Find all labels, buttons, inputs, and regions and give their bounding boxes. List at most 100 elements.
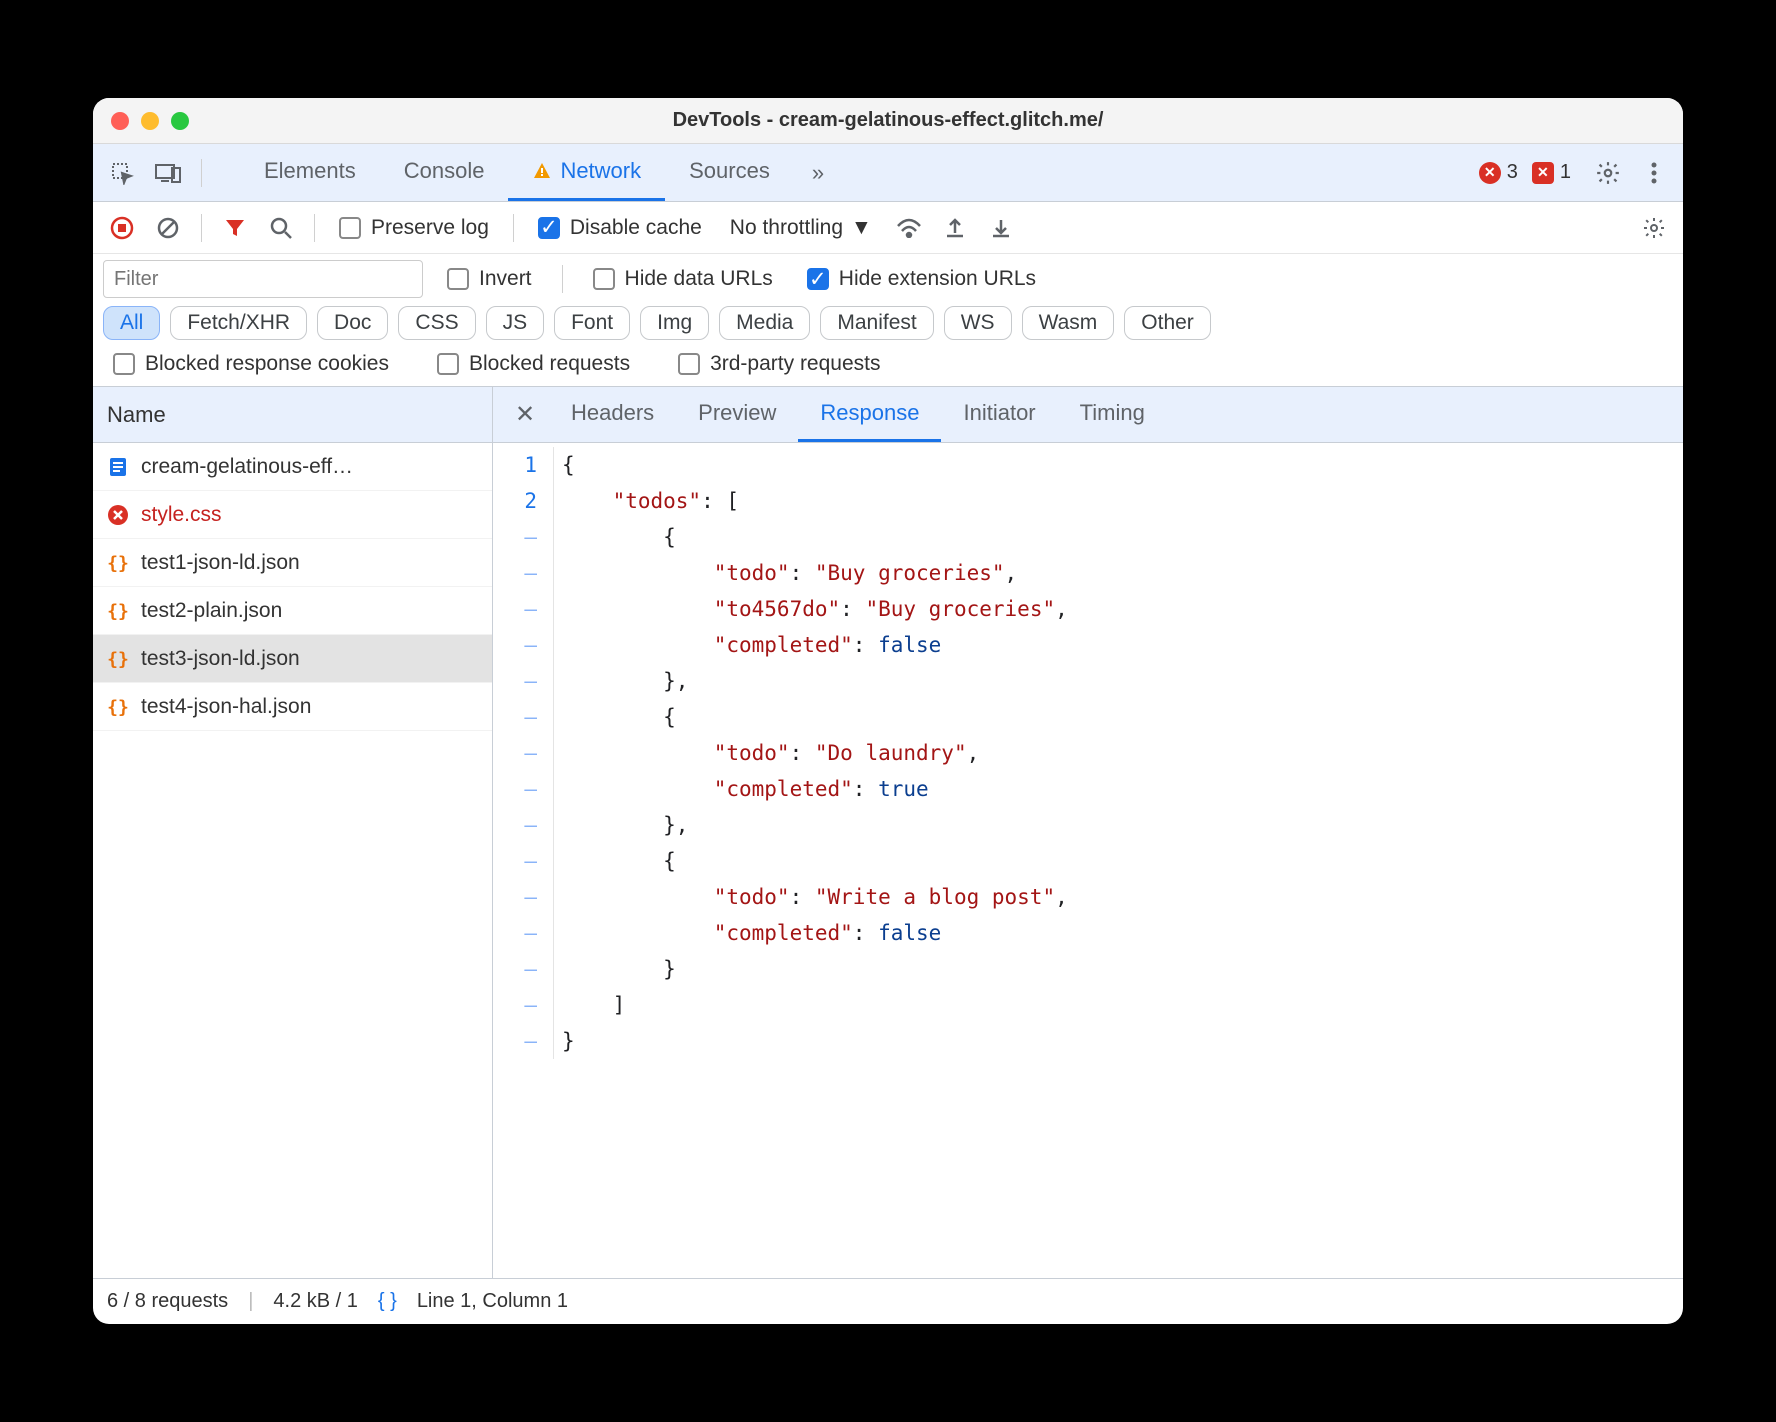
chip-media[interactable]: Media: [719, 306, 810, 340]
code-content: {: [562, 447, 1683, 483]
third-party-label: 3rd-party requests: [710, 352, 880, 376]
tab-network[interactable]: Network: [508, 144, 665, 201]
hide-extension-urls-checkbox[interactable]: ✓ Hide extension URLs: [807, 267, 1036, 291]
preserve-log-label: Preserve log: [371, 216, 489, 240]
chip-ws[interactable]: WS: [944, 306, 1012, 340]
chip-doc[interactable]: Doc: [317, 306, 388, 340]
detail-tab-response[interactable]: Response: [798, 387, 941, 442]
request-name: test4-json-hal.json: [141, 695, 311, 719]
device-toolbar-icon[interactable]: [149, 154, 187, 192]
search-icon[interactable]: [262, 209, 300, 247]
chip-font[interactable]: Font: [554, 306, 630, 340]
chip-manifest[interactable]: Manifest: [820, 306, 933, 340]
filter-icon[interactable]: [216, 209, 254, 247]
json-icon: {}: [105, 694, 131, 720]
zoom-window-button[interactable]: [171, 112, 189, 130]
checkbox-icon: [339, 217, 361, 239]
code-line: – {: [493, 699, 1683, 735]
tab-sources[interactable]: Sources: [665, 144, 794, 201]
code-content: {: [562, 843, 1683, 879]
request-row[interactable]: style.css: [93, 491, 492, 539]
import-har-icon[interactable]: [982, 209, 1020, 247]
chip-other[interactable]: Other: [1124, 306, 1211, 340]
divider: [201, 159, 202, 187]
status-transfer: 4.2 kB / 1: [273, 1290, 358, 1313]
chip-wasm[interactable]: Wasm: [1022, 306, 1115, 340]
tab-console[interactable]: Console: [380, 144, 509, 201]
line-number: –: [493, 951, 553, 987]
response-body[interactable]: 1{2 "todos": [– {– "todo": "Buy grocerie…: [493, 443, 1683, 1278]
pretty-print-icon[interactable]: { }: [378, 1290, 397, 1313]
detail-tab-headers[interactable]: Headers: [549, 387, 676, 442]
code-content: }: [562, 1023, 1683, 1059]
request-row[interactable]: cream-gelatinous-eff…: [93, 443, 492, 491]
extra-filters-row: Blocked response cookies Blocked request…: [93, 348, 1683, 387]
network-settings-icon[interactable]: [1635, 209, 1673, 247]
throttling-select[interactable]: No throttling ▼: [730, 216, 872, 240]
detail-tabs: ✕ HeadersPreviewResponseInitiatorTiming: [493, 387, 1683, 443]
line-number: –: [493, 807, 553, 843]
request-list: Name cream-gelatinous-eff…style.css{}tes…: [93, 387, 493, 1278]
clear-button[interactable]: [149, 209, 187, 247]
traffic-lights: [111, 112, 189, 130]
third-party-checkbox[interactable]: 3rd-party requests: [678, 352, 880, 376]
code-content: "completed": false: [562, 915, 1683, 951]
request-row[interactable]: {} test4-json-hal.json: [93, 683, 492, 731]
code-content: "completed": false: [562, 627, 1683, 663]
error-circle-icon: ✕: [1479, 162, 1501, 184]
detail-tab-timing[interactable]: Timing: [1058, 387, 1167, 442]
status-requests: 6 / 8 requests: [107, 1290, 228, 1313]
status-cursor: Line 1, Column 1: [417, 1290, 568, 1313]
settings-icon[interactable]: [1589, 154, 1627, 192]
preserve-log-checkbox[interactable]: Preserve log: [339, 216, 489, 240]
request-row[interactable]: {}test3-json-ld.json: [93, 635, 492, 683]
blocked-requests-label: Blocked requests: [469, 352, 630, 376]
warning-icon: [532, 161, 552, 181]
divider: |: [248, 1290, 253, 1313]
close-window-button[interactable]: [111, 112, 129, 130]
chip-img[interactable]: Img: [640, 306, 709, 340]
request-row[interactable]: {}test1-json-ld.json: [93, 539, 492, 587]
tab-elements[interactable]: Elements: [240, 144, 380, 201]
detail-tab-preview[interactable]: Preview: [676, 387, 798, 442]
record-button[interactable]: [103, 209, 141, 247]
more-tabs-button[interactable]: »: [812, 160, 824, 186]
chip-css[interactable]: CSS: [398, 306, 475, 340]
code-line: – "completed": true: [493, 771, 1683, 807]
export-har-icon[interactable]: [936, 209, 974, 247]
code-line: – ]: [493, 987, 1683, 1023]
main-split: Name cream-gelatinous-eff…style.css{}tes…: [93, 387, 1683, 1278]
line-number: 1: [493, 447, 553, 483]
request-list-header[interactable]: Name: [93, 387, 492, 443]
request-row[interactable]: {}test2-plain.json: [93, 587, 492, 635]
more-menu-icon[interactable]: [1635, 154, 1673, 192]
close-detail-button[interactable]: ✕: [501, 387, 549, 442]
hide-extension-urls-label: Hide extension URLs: [839, 267, 1036, 291]
code-line: – }: [493, 951, 1683, 987]
chip-all[interactable]: All: [103, 306, 160, 340]
disable-cache-checkbox[interactable]: ✓ Disable cache: [538, 216, 702, 240]
invert-checkbox[interactable]: Invert: [447, 267, 532, 291]
type-filter-chips: All Fetch/XHR Doc CSS JS Font Img Media Manifest…: [93, 304, 1683, 348]
blocked-cookies-checkbox[interactable]: Blocked response cookies: [113, 352, 389, 376]
issues-badge[interactable]: ✕ 1: [1532, 161, 1571, 184]
network-conditions-icon[interactable]: [890, 209, 928, 247]
json-icon: {}: [105, 598, 131, 624]
line-number: –: [493, 663, 553, 699]
line-number: –: [493, 627, 553, 663]
minimize-window-button[interactable]: [141, 112, 159, 130]
filter-input[interactable]: [103, 260, 423, 298]
inspect-element-icon[interactable]: [103, 154, 141, 192]
code-content: "todo": "Do laundry",: [562, 735, 1683, 771]
hide-data-urls-checkbox[interactable]: Hide data URLs: [593, 267, 773, 291]
errors-count: 3: [1507, 161, 1518, 184]
blocked-requests-checkbox[interactable]: Blocked requests: [437, 352, 630, 376]
detail-tab-initiator[interactable]: Initiator: [941, 387, 1057, 442]
chip-js[interactable]: JS: [486, 306, 545, 340]
chip-fetch-xhr[interactable]: Fetch/XHR: [170, 306, 307, 340]
divider: [201, 214, 202, 242]
hide-data-urls-label: Hide data URLs: [625, 267, 773, 291]
line-number: –: [493, 591, 553, 627]
checkbox-checked-icon: ✓: [538, 217, 560, 239]
errors-badge[interactable]: ✕ 3: [1479, 161, 1518, 184]
